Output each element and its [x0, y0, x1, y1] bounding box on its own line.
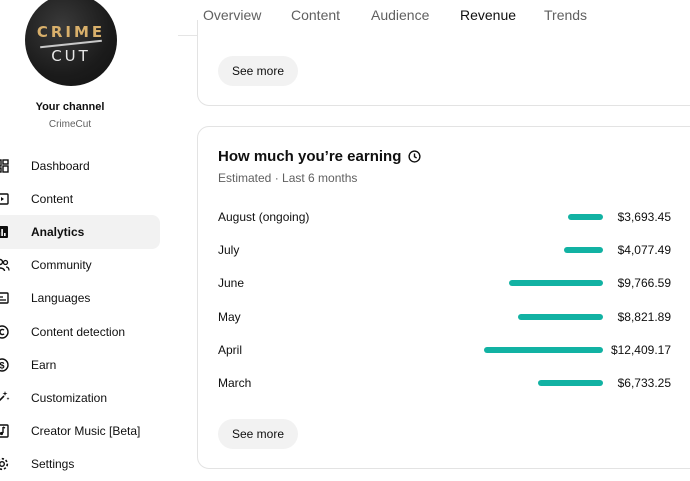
sidebar-item-label: Creator Music [Beta] — [31, 424, 141, 439]
earnings-month: May — [218, 309, 241, 324]
earnings-month: July — [218, 243, 240, 258]
content-icon — [0, 191, 10, 207]
earnings-bar — [518, 313, 603, 320]
dollar-icon: $ — [0, 357, 10, 373]
sidebar-item-label: Analytics — [31, 224, 85, 239]
earnings-amount: $3,693.45 — [617, 210, 671, 224]
sidebar-item-label: Customization — [31, 390, 108, 405]
earnings-amount: $8,821.89 — [617, 309, 671, 324]
channel-name: CrimeCut — [48, 119, 92, 130]
earnings-bar — [509, 280, 603, 287]
dashboard-icon — [0, 158, 10, 174]
earnings-bar — [567, 214, 603, 220]
logo-text-cut: CUT — [51, 47, 91, 65]
earnings-month: March — [218, 375, 252, 390]
earnings-amount: $12,409.17 — [610, 342, 671, 357]
sidebar-item-label: Settings — [31, 457, 75, 472]
sidebar-item-label: Content detection — [31, 324, 126, 339]
sidebar-item-analytics[interactable]: Analytics — [0, 215, 160, 249]
sidebar-item-dashboard[interactable]: Dashboard — [0, 149, 160, 182]
earnings-amount: $4,077.49 — [617, 243, 671, 258]
sidebar-item-label: Languages — [31, 291, 91, 306]
earnings-month: August (ongoing) — [218, 210, 310, 224]
logo-text-crime: CRIME — [36, 23, 106, 41]
earnings-row: March $6,733.25 — [218, 366, 688, 399]
earnings-card: How much you’re earning Estimated · Last… — [197, 126, 690, 469]
channel-title: Your channel — [35, 101, 105, 113]
magic-wand-icon — [0, 390, 10, 406]
earnings-row: May $8,821.89 — [218, 300, 688, 333]
sidebar-item-label: Earn — [31, 357, 57, 372]
earnings-row: July $4,077.49 — [218, 233, 688, 266]
sidebar-item-content-detection[interactable]: Content detection — [0, 315, 160, 348]
sidebar-item-community[interactable]: Community — [0, 249, 160, 282]
see-more-button[interactable]: See more — [218, 56, 299, 86]
earnings-amount: $6,733.25 — [617, 375, 671, 390]
earnings-bar — [563, 247, 603, 254]
sidebar-item-customization[interactable]: Customization — [0, 381, 160, 414]
previous-card: See more — [197, 20, 690, 106]
channel-avatar[interactable]: CRIME CUT — [25, 0, 117, 86]
see-more-button[interactable]: See more — [218, 419, 299, 449]
earnings-row: August (ongoing) $3,693.45 — [218, 200, 688, 233]
languages-icon — [0, 290, 10, 306]
clock-icon[interactable] — [408, 150, 421, 163]
sidebar: CRIME CUT Your channel CrimeCut Dashboar… — [0, 0, 178, 481]
earnings-list: August (ongoing) $3,693.45 July $4,077.4… — [218, 200, 688, 399]
earnings-title: How much you’re earning — [218, 148, 402, 165]
earnings-subtitle: Estimated · Last 6 months — [218, 171, 358, 185]
sidebar-item-label: Content — [31, 191, 74, 206]
earnings-month: June — [218, 276, 245, 291]
earnings-bar — [484, 346, 603, 353]
earnings-amount: $9,766.59 — [617, 276, 671, 291]
music-icon — [0, 423, 10, 439]
sidebar-item-creator-music[interactable]: Creator Music [Beta] — [0, 415, 160, 448]
sidebar-item-label: Community — [31, 258, 92, 273]
sidebar-item-content[interactable]: Content — [0, 182, 160, 215]
community-icon — [0, 257, 10, 273]
sidebar-item-label: Dashboard — [31, 158, 90, 173]
svg-text:$: $ — [0, 360, 5, 370]
sidebar-item-earn[interactable]: $ Earn — [0, 348, 160, 381]
earnings-row: June $9,766.59 — [218, 266, 688, 299]
sidebar-nav: Dashboard Content Analytics Community La… — [0, 149, 160, 481]
sidebar-item-settings[interactable]: Settings — [0, 448, 160, 481]
copyright-icon — [0, 324, 10, 340]
analytics-icon — [0, 224, 10, 240]
earnings-row: April $12,409.17 — [218, 333, 688, 366]
sidebar-item-languages[interactable]: Languages — [0, 282, 160, 315]
earnings-month: April — [218, 342, 243, 357]
earnings-title-wrap: How much you’re earning — [218, 148, 421, 165]
gear-icon — [0, 456, 10, 472]
earnings-bar — [538, 379, 603, 386]
